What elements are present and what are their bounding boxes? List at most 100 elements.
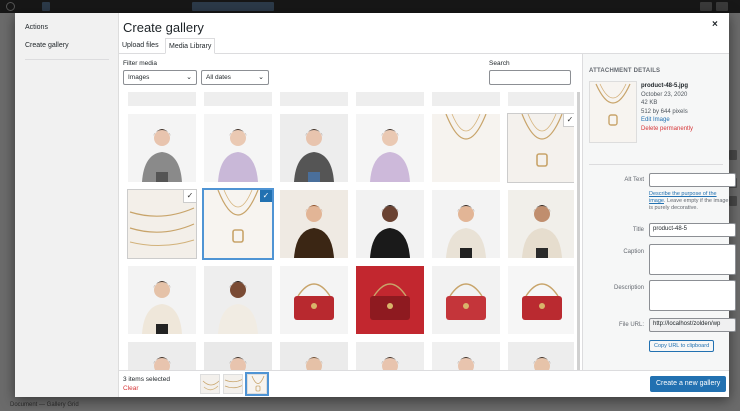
attachment-tile[interactable] bbox=[128, 114, 196, 182]
person-laughing-image bbox=[204, 266, 272, 334]
attachment-tile[interactable] bbox=[280, 266, 348, 334]
person-leopard-image bbox=[280, 190, 348, 258]
attachment-tile[interactable] bbox=[356, 266, 424, 334]
cropped-image bbox=[508, 92, 574, 106]
attachment-tile[interactable] bbox=[432, 342, 500, 370]
admin-bar-button bbox=[192, 2, 274, 11]
attachment-tile[interactable] bbox=[204, 342, 272, 370]
caption-label: Caption bbox=[623, 249, 644, 255]
attachment-tile[interactable] bbox=[204, 266, 272, 334]
cropped-image bbox=[204, 92, 272, 106]
attachment-tile[interactable] bbox=[128, 266, 196, 334]
details-thumbnail bbox=[589, 81, 637, 143]
backdrop-footer: Document — Gallery Grid bbox=[10, 402, 79, 408]
date-filter-select[interactable]: All dates ⌄ bbox=[201, 70, 269, 85]
details-filename: product-48-5.jpg bbox=[641, 83, 689, 89]
necklace-thumbnail-image bbox=[590, 82, 636, 142]
chevron-down-icon: ⌄ bbox=[186, 74, 192, 81]
checkmark-icon[interactable]: ✓ bbox=[564, 114, 574, 126]
person-cream-cardigan-image bbox=[508, 190, 574, 258]
attachment-tile[interactable]: ✓ bbox=[507, 113, 574, 183]
delete-permanently-link[interactable]: Delete permanently bbox=[641, 125, 729, 134]
person-black-top-image bbox=[356, 190, 424, 258]
details-dimensions: 512 by 644 pixels bbox=[641, 108, 688, 115]
menu-item-create-gallery[interactable]: Create gallery bbox=[25, 42, 69, 49]
checkmark-icon[interactable]: ✓ bbox=[260, 190, 272, 202]
title-field[interactable]: product-48-5 bbox=[649, 223, 736, 237]
attachment-tile[interactable] bbox=[508, 266, 574, 334]
clear-selection-link[interactable]: Clear bbox=[123, 385, 139, 392]
date-filter-value: All dates bbox=[206, 74, 231, 81]
file-url-field[interactable]: http://localhost/zolden/wp bbox=[649, 318, 736, 332]
attachment-tile[interactable] bbox=[128, 92, 196, 106]
attachment-tile[interactable] bbox=[508, 92, 574, 106]
necklace-gold-long-image bbox=[432, 114, 500, 182]
selection-thumbnail[interactable] bbox=[200, 374, 220, 394]
attachment-details: ATTACHMENT DETAILS product-48-5.jpg Octo… bbox=[582, 54, 736, 370]
attachment-tile[interactable] bbox=[432, 114, 500, 182]
person-white-back-image bbox=[508, 342, 574, 370]
attachment-tile[interactable] bbox=[508, 342, 574, 370]
copy-url-button[interactable]: Copy URL to clipboard bbox=[649, 340, 715, 352]
media-menu: Actions Create gallery bbox=[15, 13, 119, 397]
attachment-tile[interactable] bbox=[356, 92, 424, 106]
caption-field[interactable] bbox=[649, 244, 736, 275]
alt-text-field[interactable] bbox=[649, 173, 736, 187]
media-type-select[interactable]: Images ⌄ bbox=[123, 70, 197, 85]
attachment-tile[interactable] bbox=[280, 92, 348, 106]
selection-thumbnail-active[interactable] bbox=[245, 372, 269, 396]
tab-media-library[interactable]: Media Library bbox=[165, 38, 216, 54]
selection-count: 3 items selected bbox=[123, 376, 170, 383]
bag-red-small-image bbox=[432, 266, 500, 334]
create-gallery-button[interactable]: Create a new gallery bbox=[650, 376, 727, 392]
search-label: Search bbox=[489, 60, 510, 67]
attachment-tile[interactable] bbox=[128, 342, 196, 370]
attachment-tile[interactable] bbox=[280, 342, 348, 370]
person-denim-image bbox=[280, 114, 348, 182]
attachment-tile[interactable] bbox=[280, 114, 348, 182]
attachment-tile[interactable] bbox=[356, 342, 424, 370]
grid-scrollbar[interactable] bbox=[577, 92, 580, 370]
checkmark-icon[interactable]: ✓ bbox=[184, 190, 196, 202]
alt-text-help: Describe the purpose of the image. Leave… bbox=[649, 191, 733, 212]
attachment-tile[interactable] bbox=[356, 190, 424, 258]
alt-text-label: Alt Text bbox=[624, 177, 644, 183]
details-separator bbox=[589, 164, 723, 165]
cropped-image bbox=[432, 92, 500, 106]
edit-image-link[interactable]: Edit Image bbox=[641, 116, 729, 125]
attachment-tile[interactable] bbox=[356, 114, 424, 182]
bag-red-open-image bbox=[356, 266, 424, 334]
person-lilac-sweater-image bbox=[204, 114, 272, 182]
person-cream-knit-image bbox=[432, 190, 500, 258]
menu-heading: Actions bbox=[25, 24, 48, 31]
attachment-tile[interactable] bbox=[280, 190, 348, 258]
cropped-image bbox=[356, 92, 424, 106]
person-white-collar-image bbox=[432, 342, 500, 370]
attachment-tile[interactable] bbox=[432, 266, 500, 334]
selection-thumbnail[interactable] bbox=[223, 374, 243, 394]
attachments-grid: ✓ ✓ ✓ bbox=[123, 92, 574, 370]
attachment-tile[interactable]: ✓ bbox=[202, 188, 274, 260]
description-label: Description bbox=[613, 285, 644, 291]
attachment-tile[interactable] bbox=[204, 114, 272, 182]
close-icon[interactable]: × bbox=[712, 19, 718, 30]
bag-red-logo-image bbox=[508, 266, 574, 334]
person-grey-coat-image bbox=[128, 114, 196, 182]
admin-bar-button bbox=[700, 2, 712, 11]
attachment-tile[interactable] bbox=[432, 92, 500, 106]
details-size: 42 KB bbox=[641, 100, 658, 106]
search-input[interactable] bbox=[489, 70, 571, 85]
admin-bar bbox=[0, 0, 740, 13]
admin-bar-button bbox=[42, 2, 50, 11]
description-field[interactable] bbox=[649, 280, 736, 311]
tab-upload-files[interactable]: Upload files bbox=[119, 38, 162, 54]
attachment-tile[interactable] bbox=[508, 190, 574, 258]
wordpress-logo-icon bbox=[6, 2, 15, 11]
cropped-image bbox=[280, 92, 348, 106]
person-white-blouse-image bbox=[204, 342, 272, 370]
filter-media-label: Filter media bbox=[123, 60, 157, 67]
attachment-tile[interactable] bbox=[204, 92, 272, 106]
backdrop-shape bbox=[729, 150, 737, 160]
attachment-tile[interactable]: ✓ bbox=[127, 189, 197, 259]
attachment-tile[interactable] bbox=[432, 190, 500, 258]
